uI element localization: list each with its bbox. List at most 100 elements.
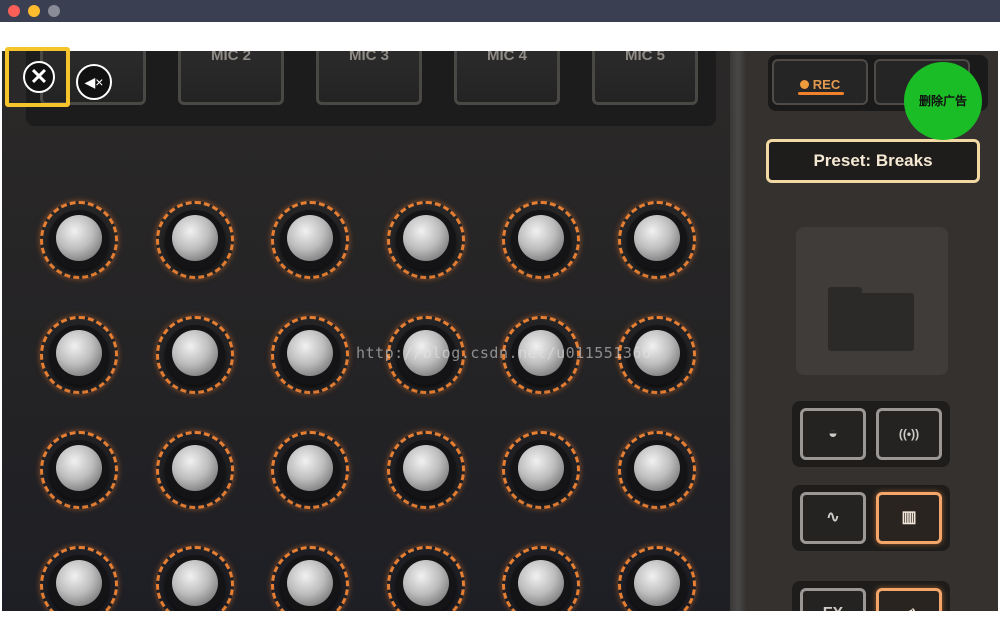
window-minimize-button[interactable]: [28, 5, 40, 17]
rotary-knob[interactable]: [271, 546, 349, 611]
rotary-knob[interactable]: [155, 431, 234, 509]
rotary-knob[interactable]: [40, 546, 118, 611]
mic-3-label: MIC 3: [348, 51, 389, 64]
knob-body: [164, 210, 225, 270]
remove-ad-label: 删除广告: [918, 94, 967, 108]
waveform-icon: ∿: [826, 509, 840, 526]
knob-body: [511, 210, 571, 270]
knob-cap: [402, 215, 449, 261]
window-zoom-button[interactable]: [48, 5, 60, 17]
knob-cap: [287, 560, 333, 606]
rotary-knob[interactable]: [155, 316, 234, 394]
rotary-knob[interactable]: [155, 201, 234, 279]
knob-body: [395, 440, 456, 500]
rotary-knob[interactable]: [386, 546, 465, 611]
knob-body: [280, 440, 340, 500]
knob-cap: [518, 445, 564, 491]
knob-cap: [287, 215, 333, 261]
rotary-knob[interactable]: [40, 431, 118, 509]
broadcast-button[interactable]: ((•)): [876, 408, 942, 460]
button-group-3: FX ◀): [792, 581, 950, 611]
close-ad-button[interactable]: ✕: [23, 61, 55, 93]
folder-button[interactable]: [796, 227, 948, 375]
rotary-knob[interactable]: [386, 201, 465, 279]
panel-divider: [730, 51, 746, 611]
mic-4-button[interactable]: MIC 4: [454, 51, 560, 105]
mic-3-button[interactable]: MIC 3: [316, 51, 422, 105]
content-area: MIC 2 MIC 3 MIC 4 MIC 5 REC Preset: Brea…: [0, 22, 1000, 640]
knob-cap: [56, 445, 102, 491]
rotary-knob[interactable]: [271, 431, 349, 509]
knob-body: [395, 210, 456, 270]
knob-cap: [402, 560, 449, 606]
knob-body: [395, 555, 456, 611]
waveform-button[interactable]: ∿: [800, 492, 866, 544]
knob-body: [626, 555, 687, 611]
rotary-knob[interactable]: [617, 201, 696, 279]
preset-selector[interactable]: Preset: Breaks: [766, 139, 980, 183]
disc-icon: ◒: [828, 425, 838, 442]
rotary-knob[interactable]: [271, 316, 349, 394]
rotary-knob[interactable]: [271, 201, 349, 279]
button-group-1: ◒ ((•)): [792, 401, 950, 467]
close-ad-highlight: ✕: [5, 47, 70, 107]
knob-cap: [56, 215, 102, 261]
knob-cap: [633, 215, 680, 261]
knob-cap: [171, 560, 218, 606]
rotary-knob[interactable]: [502, 201, 580, 279]
knob-body: [49, 440, 109, 500]
rotary-knob[interactable]: [617, 546, 696, 611]
folder-icon: [828, 293, 914, 351]
rotary-knob[interactable]: [386, 431, 465, 509]
fx-button[interactable]: FX: [800, 588, 866, 611]
piano-button[interactable]: ▥: [876, 492, 942, 544]
knob-body: [280, 325, 340, 385]
knob-cap: [56, 330, 102, 376]
close-icon: ✕: [29, 64, 49, 89]
knob-body: [511, 440, 571, 500]
mic-4-label: MIC 4: [486, 51, 527, 64]
rec-button[interactable]: REC: [772, 59, 868, 105]
mic-5-button[interactable]: MIC 5: [592, 51, 698, 105]
knob-cap: [171, 330, 218, 376]
mute-icon: ◀×: [84, 74, 104, 90]
knob-cap: [56, 560, 102, 606]
knob-grid: [32, 181, 722, 611]
rotary-knob[interactable]: [502, 546, 580, 611]
knob-cap: [171, 215, 218, 261]
rec-label: REC: [812, 77, 841, 92]
rec-dot-icon: [799, 80, 809, 89]
knob-body: [49, 555, 109, 611]
knob-body: [626, 210, 687, 270]
knob-body: [280, 555, 340, 611]
rotary-knob[interactable]: [617, 431, 696, 509]
mic-2-button[interactable]: MIC 2: [178, 51, 284, 105]
knob-body: [49, 210, 109, 270]
mixer-panel: MIC 2 MIC 3 MIC 4 MIC 5 REC Preset: Brea…: [2, 51, 998, 611]
broadcast-icon: ((•)): [898, 427, 920, 441]
knob-cap: [633, 560, 680, 606]
knob-cap: [518, 560, 564, 606]
knob-cap: [402, 445, 449, 491]
window-titlebar: [0, 0, 1000, 22]
watermark-text: http://blog.csdn.net/u011551366: [356, 344, 652, 362]
rotary-knob[interactable]: [40, 316, 118, 394]
knob-cap: [633, 445, 680, 491]
rotary-knob[interactable]: [155, 546, 234, 611]
knob-cap: [518, 215, 564, 261]
remove-ad-button[interactable]: 删除广告: [904, 62, 982, 140]
knob-body: [49, 325, 109, 385]
speaker-icon: ◀): [902, 606, 916, 611]
rotary-knob[interactable]: [502, 431, 580, 509]
knob-body: [164, 555, 225, 611]
knob-cap: [287, 445, 333, 491]
disc-button[interactable]: ◒: [800, 408, 866, 460]
window-close-button[interactable]: [8, 5, 20, 17]
speaker-button[interactable]: ◀): [876, 588, 942, 611]
knob-body: [626, 440, 687, 500]
rotary-knob[interactable]: [40, 201, 118, 279]
rec-indicator: [798, 92, 844, 95]
mic-2-label: MIC 2: [210, 51, 251, 64]
knob-cap: [287, 330, 333, 376]
mute-button[interactable]: ◀×: [76, 64, 112, 100]
